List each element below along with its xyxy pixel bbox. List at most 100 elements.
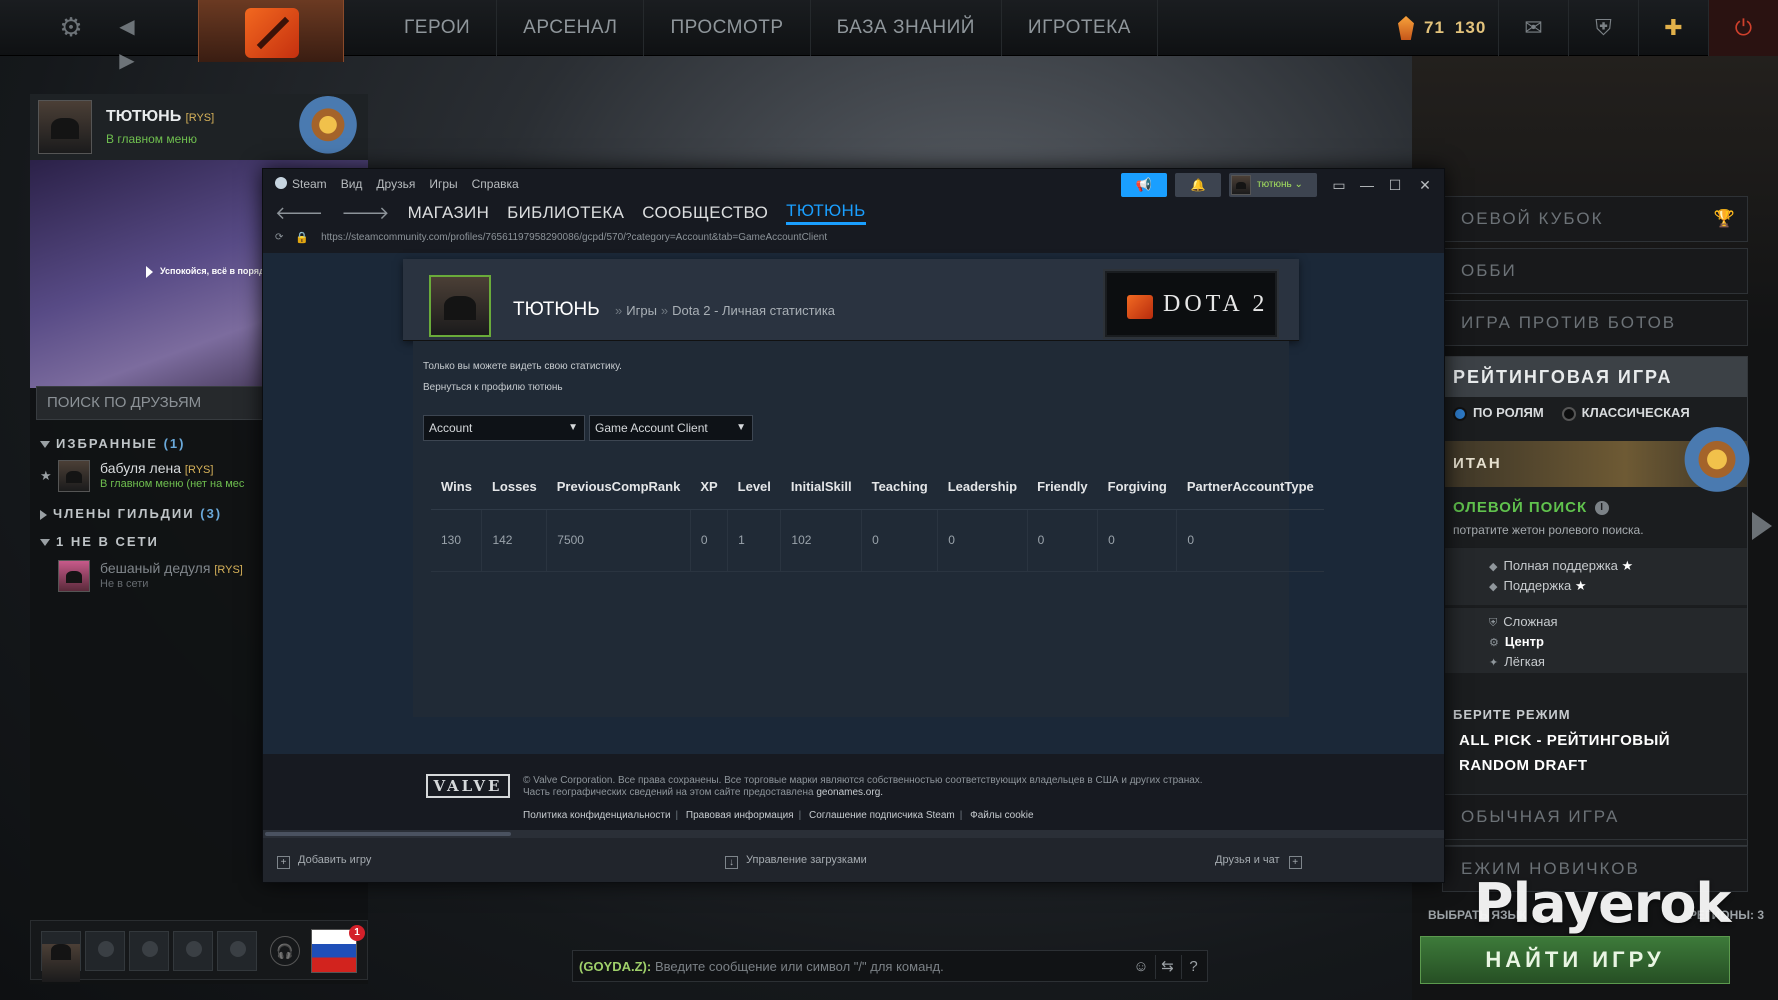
dota2-game-logo[interactable]: DOTA 2 — [1103, 269, 1279, 339]
category-select[interactable]: Account ▼ — [423, 415, 585, 441]
lobby-row[interactable]: ОББИ — [1442, 248, 1748, 294]
nav-armory[interactable]: АРСЕНАЛ — [497, 0, 645, 56]
back-to-profile-link[interactable]: Вернуться к профилю тютюнь — [423, 382, 563, 393]
col-header: Forgiving — [1097, 465, 1177, 510]
close-icon[interactable]: ✕ — [1413, 173, 1437, 197]
valve-logo[interactable]: VALVE — [426, 774, 510, 798]
chat-channel[interactable]: (GOYDA.Z): — [579, 959, 651, 974]
role-queue-radio[interactable]: ПО РОЛЯМ — [1453, 405, 1544, 421]
role-safelane[interactable]: ✦ Лёгкая — [1489, 654, 1545, 669]
expand-panel-arrow-icon[interactable] — [1752, 512, 1772, 540]
favorites-header[interactable]: ИЗБРАННЫЕ (1) — [40, 436, 185, 451]
account-menu[interactable]: тютюнь ⌄ — [1229, 173, 1317, 197]
mode-random-draft[interactable]: RANDOM DRAFT — [1459, 757, 1587, 774]
tab-library[interactable]: БИБЛИОТЕКА — [507, 203, 624, 223]
party-slot[interactable] — [85, 931, 125, 971]
ranked-title[interactable]: РЕЙТИНГОВАЯ ИГРА — [1443, 357, 1747, 397]
bots-row[interactable]: ИГРА ПРОТИВ БОТОВ — [1442, 300, 1748, 346]
party-slot[interactable] — [173, 931, 213, 971]
role-mid[interactable]: ⚙ Центр — [1489, 634, 1544, 649]
minimize-icon[interactable]: — — [1355, 173, 1379, 197]
help-icon[interactable]: ? — [1181, 955, 1205, 979]
settings-gear-icon[interactable]: ⚙ — [54, 10, 88, 44]
classic-queue-radio[interactable]: КЛАССИЧЕСКАЯ — [1561, 405, 1690, 421]
col-header: PreviousCompRank — [546, 465, 691, 510]
currency-secondary: 130 — [1454, 18, 1487, 37]
notifications-bell-icon[interactable]: 🔔 — [1175, 173, 1221, 197]
normal-game-row[interactable]: ОБЫЧНАЯ ИГРА — [1442, 794, 1748, 840]
power-icon[interactable]: ⏻ — [1708, 0, 1778, 56]
party-slot-self[interactable] — [41, 931, 81, 983]
maximize-icon[interactable]: ☐ — [1383, 173, 1407, 197]
avatar — [1231, 175, 1251, 195]
guild-header[interactable]: ЧЛЕНЫ ГИЛЬДИИ (3) — [40, 506, 222, 521]
battle-cup-row[interactable]: ОЕВОЙ КУБОК 🏆 — [1442, 196, 1748, 242]
star-icon: ★ — [1621, 558, 1634, 573]
tab-store[interactable]: МАГАЗИН — [408, 203, 490, 223]
avatar[interactable] — [429, 275, 491, 337]
info-icon[interactable]: i — [1595, 501, 1610, 516]
scrollbar-thumb[interactable] — [265, 832, 511, 836]
geonames-link[interactable]: geonames.org. — [816, 787, 883, 798]
role-hard-support[interactable]: ◆ Полная поддержка ★ — [1489, 558, 1633, 574]
party-slot[interactable] — [217, 931, 257, 971]
horizontal-scrollbar[interactable] — [263, 830, 1444, 838]
find-match-button[interactable]: НАЙТИ ИГРУ — [1420, 936, 1730, 984]
dota-top-bar: ⚙ ◀ ▶ ГЕРОИ АРСЕНАЛ ПРОСМОТР БАЗА ЗНАНИЙ… — [0, 0, 1778, 72]
mail-icon[interactable]: ✉ — [1498, 0, 1568, 56]
menu-steam[interactable]: Steam — [275, 177, 327, 191]
chat-options-icon[interactable]: ⇆ — [1155, 955, 1179, 979]
avatar[interactable] — [38, 100, 92, 154]
tab-profile[interactable]: ТЮТЮНЬ — [786, 201, 866, 225]
announcements-megaphone-icon[interactable]: 📢 — [1121, 173, 1167, 197]
nav-heroes[interactable]: ГЕРОИ — [378, 0, 498, 56]
menu-games[interactable]: Игры — [429, 177, 457, 191]
refresh-icon[interactable]: ⟳ — [275, 232, 283, 243]
menu-view[interactable]: Вид — [341, 177, 363, 191]
steam-nav: 🡐 🡒 МАГАЗИН БИБЛИОТЕКА СООБЩЕСТВО ТЮТЮНЬ — [275, 201, 866, 225]
manage-downloads-button[interactable]: ↓ Управление загрузками — [725, 854, 867, 869]
cell-friendly: 0 — [1027, 509, 1099, 572]
subscriber-agreement-link[interactable]: Соглашение подписчика Steam — [809, 810, 955, 821]
top-right-icons: ✉ ⛨ ✚ ⏻ — [1498, 0, 1778, 56]
menu-friends[interactable]: Друзья — [376, 177, 415, 191]
url-text[interactable]: https://steamcommunity.com/profiles/7656… — [321, 232, 827, 243]
legal-link[interactable]: Правовая информация — [686, 810, 794, 821]
add-game-button[interactable]: + Добавить игру — [277, 854, 371, 869]
nav-watch[interactable]: ПРОСМОТР — [644, 0, 811, 56]
role-icon: ⛨ — [1489, 617, 1498, 629]
avatar — [42, 944, 80, 983]
role-support[interactable]: ◆ Поддержка ★ — [1489, 578, 1587, 594]
chat-icon: + — [1288, 856, 1302, 869]
mode-all-pick-ranked[interactable]: ALL PICK - РЕЙТИНГОВЫЙ — [1459, 732, 1670, 749]
back-forward-arrows-icon[interactable]: ◀ ▶ — [110, 10, 144, 72]
forward-arrow-icon[interactable]: 🡒 — [341, 203, 389, 224]
tab-community[interactable]: СООБЩЕСТВО — [642, 203, 768, 223]
menu-help[interactable]: Справка — [472, 177, 519, 191]
big-picture-icon[interactable]: ▭ — [1327, 173, 1351, 197]
privacy-policy-link[interactable]: Политика конфиденциальности — [523, 810, 671, 821]
currency-display[interactable]: 71 130 — [1398, 14, 1486, 42]
steam-logo-icon — [275, 177, 287, 189]
chat-input[interactable]: Введите сообщение или символ "/" для ком… — [655, 959, 944, 974]
profile-name-link[interactable]: ТЮТЮНЬ — [513, 299, 600, 320]
nav-arcade[interactable]: ИГРОТЕКА — [1002, 0, 1158, 56]
shield-icon[interactable]: ⛨ — [1568, 0, 1638, 56]
friends-chat-button[interactable]: Друзья и чат + — [1215, 854, 1302, 869]
cell-level: 1 — [727, 509, 782, 572]
dota-home-tab[interactable] — [198, 0, 344, 62]
back-arrow-icon[interactable]: 🡐 — [275, 203, 323, 224]
dota-plus-icon[interactable]: ✚ — [1638, 0, 1708, 56]
cell-losses: 142 — [481, 509, 548, 572]
offline-header[interactable]: 1 НЕ В СЕТИ — [40, 534, 159, 549]
cookies-link[interactable]: Файлы cookie — [970, 810, 1033, 821]
role-offlane[interactable]: ⛨ Сложная — [1489, 614, 1558, 630]
profile-card[interactable]: ТЮТЮНЬ [RYS] В главном меню — [30, 94, 368, 160]
nav-learn[interactable]: БАЗА ЗНАНИЙ — [811, 0, 1002, 56]
tab-select[interactable]: Game Account Client ▼ — [589, 415, 753, 441]
headset-icon[interactable]: 🎧 — [270, 936, 300, 966]
party-slot[interactable] — [129, 931, 169, 971]
role-icon: ✦ — [1489, 657, 1499, 669]
emoji-icon[interactable]: ☺ — [1129, 955, 1153, 979]
col-header: Leadership — [937, 465, 1028, 510]
